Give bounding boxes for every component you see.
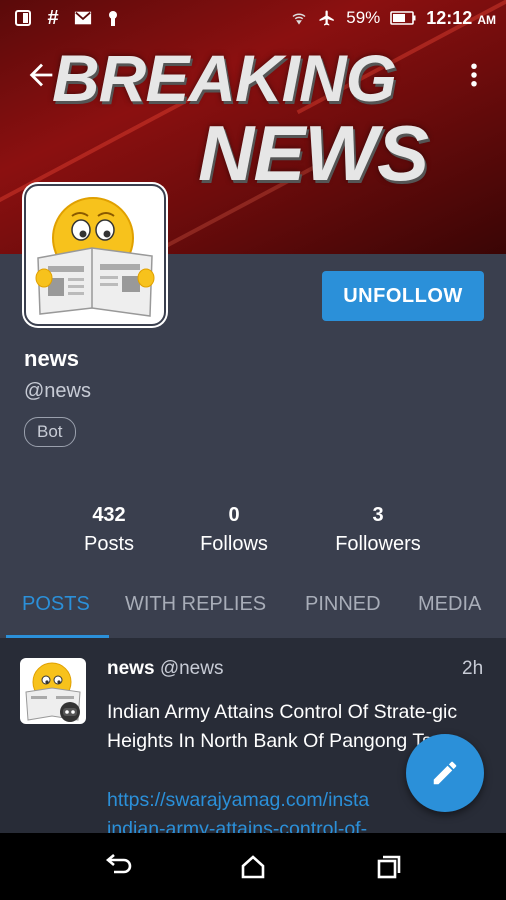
stat-posts[interactable]: 432 Posts: [60, 504, 158, 556]
newspaper-emoji-icon: [25, 662, 81, 722]
stat-followers-label: Followers: [335, 533, 421, 555]
profile-avatar[interactable]: [24, 184, 166, 326]
stat-follows[interactable]: 0 Follows: [184, 504, 284, 556]
tab-posts[interactable]: POSTS: [22, 593, 90, 616]
post-author: news @news: [107, 658, 223, 680]
post-avatar[interactable]: [20, 658, 86, 724]
post-author-name: news: [107, 658, 155, 679]
stat-follows-value: 0: [228, 504, 240, 526]
home-nav-icon[interactable]: [238, 852, 268, 882]
sim-card-icon: [15, 10, 31, 26]
tab-pinned[interactable]: PINNED: [305, 593, 381, 616]
post-author-handle: @news: [159, 658, 224, 679]
banner-text-line1: BREAKING: [52, 41, 397, 115]
post-timestamp: 2h: [462, 658, 484, 679]
stat-followers-value: 3: [372, 504, 384, 526]
battery-percent: 59%: [346, 8, 381, 27]
tab-with-replies[interactable]: WITH REPLIES: [125, 593, 266, 616]
status-bar: # 59% 12:12 AM: [0, 0, 506, 36]
profile-display-name: news: [24, 346, 80, 371]
bot-badge: Bot: [24, 417, 76, 447]
more-vert-icon[interactable]: [464, 60, 484, 90]
compose-button[interactable]: [406, 734, 484, 812]
banner-text-line2: NEWS: [198, 109, 429, 197]
recents-nav-icon[interactable]: [374, 852, 404, 882]
newspaper-emoji-icon: [35, 197, 155, 317]
clock: 12:12 AM: [426, 8, 496, 29]
stat-posts-label: Posts: [83, 533, 135, 555]
stat-follows-label: Follows: [200, 533, 268, 555]
airplane-icon: [319, 10, 334, 26]
clock-time: 12:12: [426, 7, 473, 28]
wifi-icon: [292, 13, 306, 25]
clock-ampm: AM: [477, 12, 496, 27]
gmail-icon: [74, 11, 92, 25]
hashtag-icon: #: [47, 6, 59, 29]
stat-followers[interactable]: 3 Followers: [318, 504, 438, 556]
unfollow-button[interactable]: UNFOLLOW: [322, 271, 484, 321]
system-nav-bar: [0, 833, 506, 900]
profile-handle: @news: [24, 380, 91, 402]
profile-stats: 432 Posts 0 Follows 3 Followers: [0, 504, 506, 564]
tab-media[interactable]: MEDIA: [418, 593, 481, 616]
stat-posts-value: 432: [92, 504, 126, 526]
back-nav-icon[interactable]: [104, 852, 134, 882]
keyhole-icon: [109, 11, 117, 26]
pencil-icon: [433, 761, 457, 785]
profile-tabs: POSTS WITH REPLIES PINNED MEDIA: [0, 585, 506, 638]
battery-icon: [390, 11, 416, 25]
arrow-left-icon[interactable]: [24, 58, 58, 92]
